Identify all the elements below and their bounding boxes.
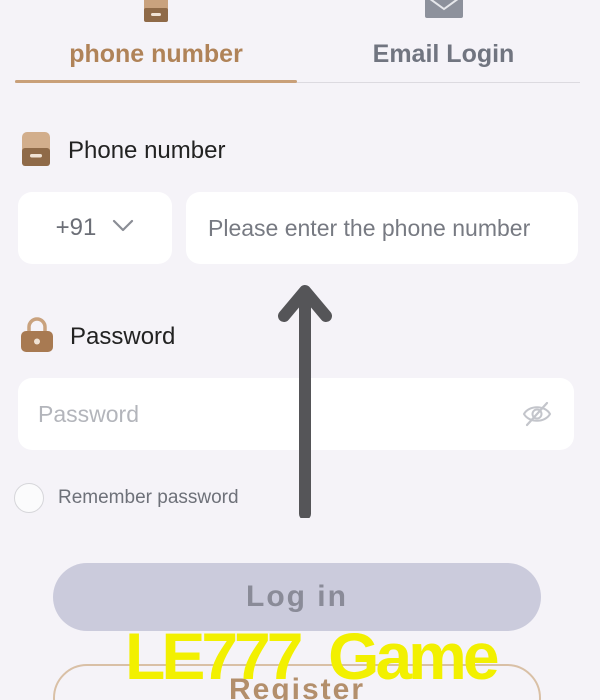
phone-number-input[interactable] [186,192,578,264]
remember-password-checkbox[interactable] [14,483,44,513]
tab-phone-label: phone number [69,40,243,68]
phone-number-field[interactable] [186,192,578,264]
login-screen: phone number Email Login Phone number +9… [0,0,600,700]
eye-off-icon[interactable] [522,400,552,433]
lock-icon [20,316,54,358]
country-code-value: +91 [55,214,97,241]
email-icon [424,0,464,25]
chevron-down-icon [112,219,134,238]
phone-icon [141,0,171,29]
password-label: Password [20,316,176,358]
phone-icon [20,131,52,172]
tab-email-label: Email Login [372,40,515,68]
remember-password-label: Remember password [58,487,239,508]
tab-email-login[interactable]: Email Login [307,0,580,82]
active-tab-indicator [15,80,297,83]
phone-number-label-text: Phone number [68,137,226,164]
login-tabs: phone number Email Login [15,0,580,83]
remember-password[interactable]: Remember password [14,483,239,513]
password-label-text: Password [70,323,176,350]
phone-number-label: Phone number [20,131,225,171]
tab-phone-number[interactable]: phone number [15,0,297,83]
watermark: LE777 Game [125,619,500,693]
country-code-select[interactable]: +91 [18,192,172,264]
arrow-up-icon [275,282,335,523]
